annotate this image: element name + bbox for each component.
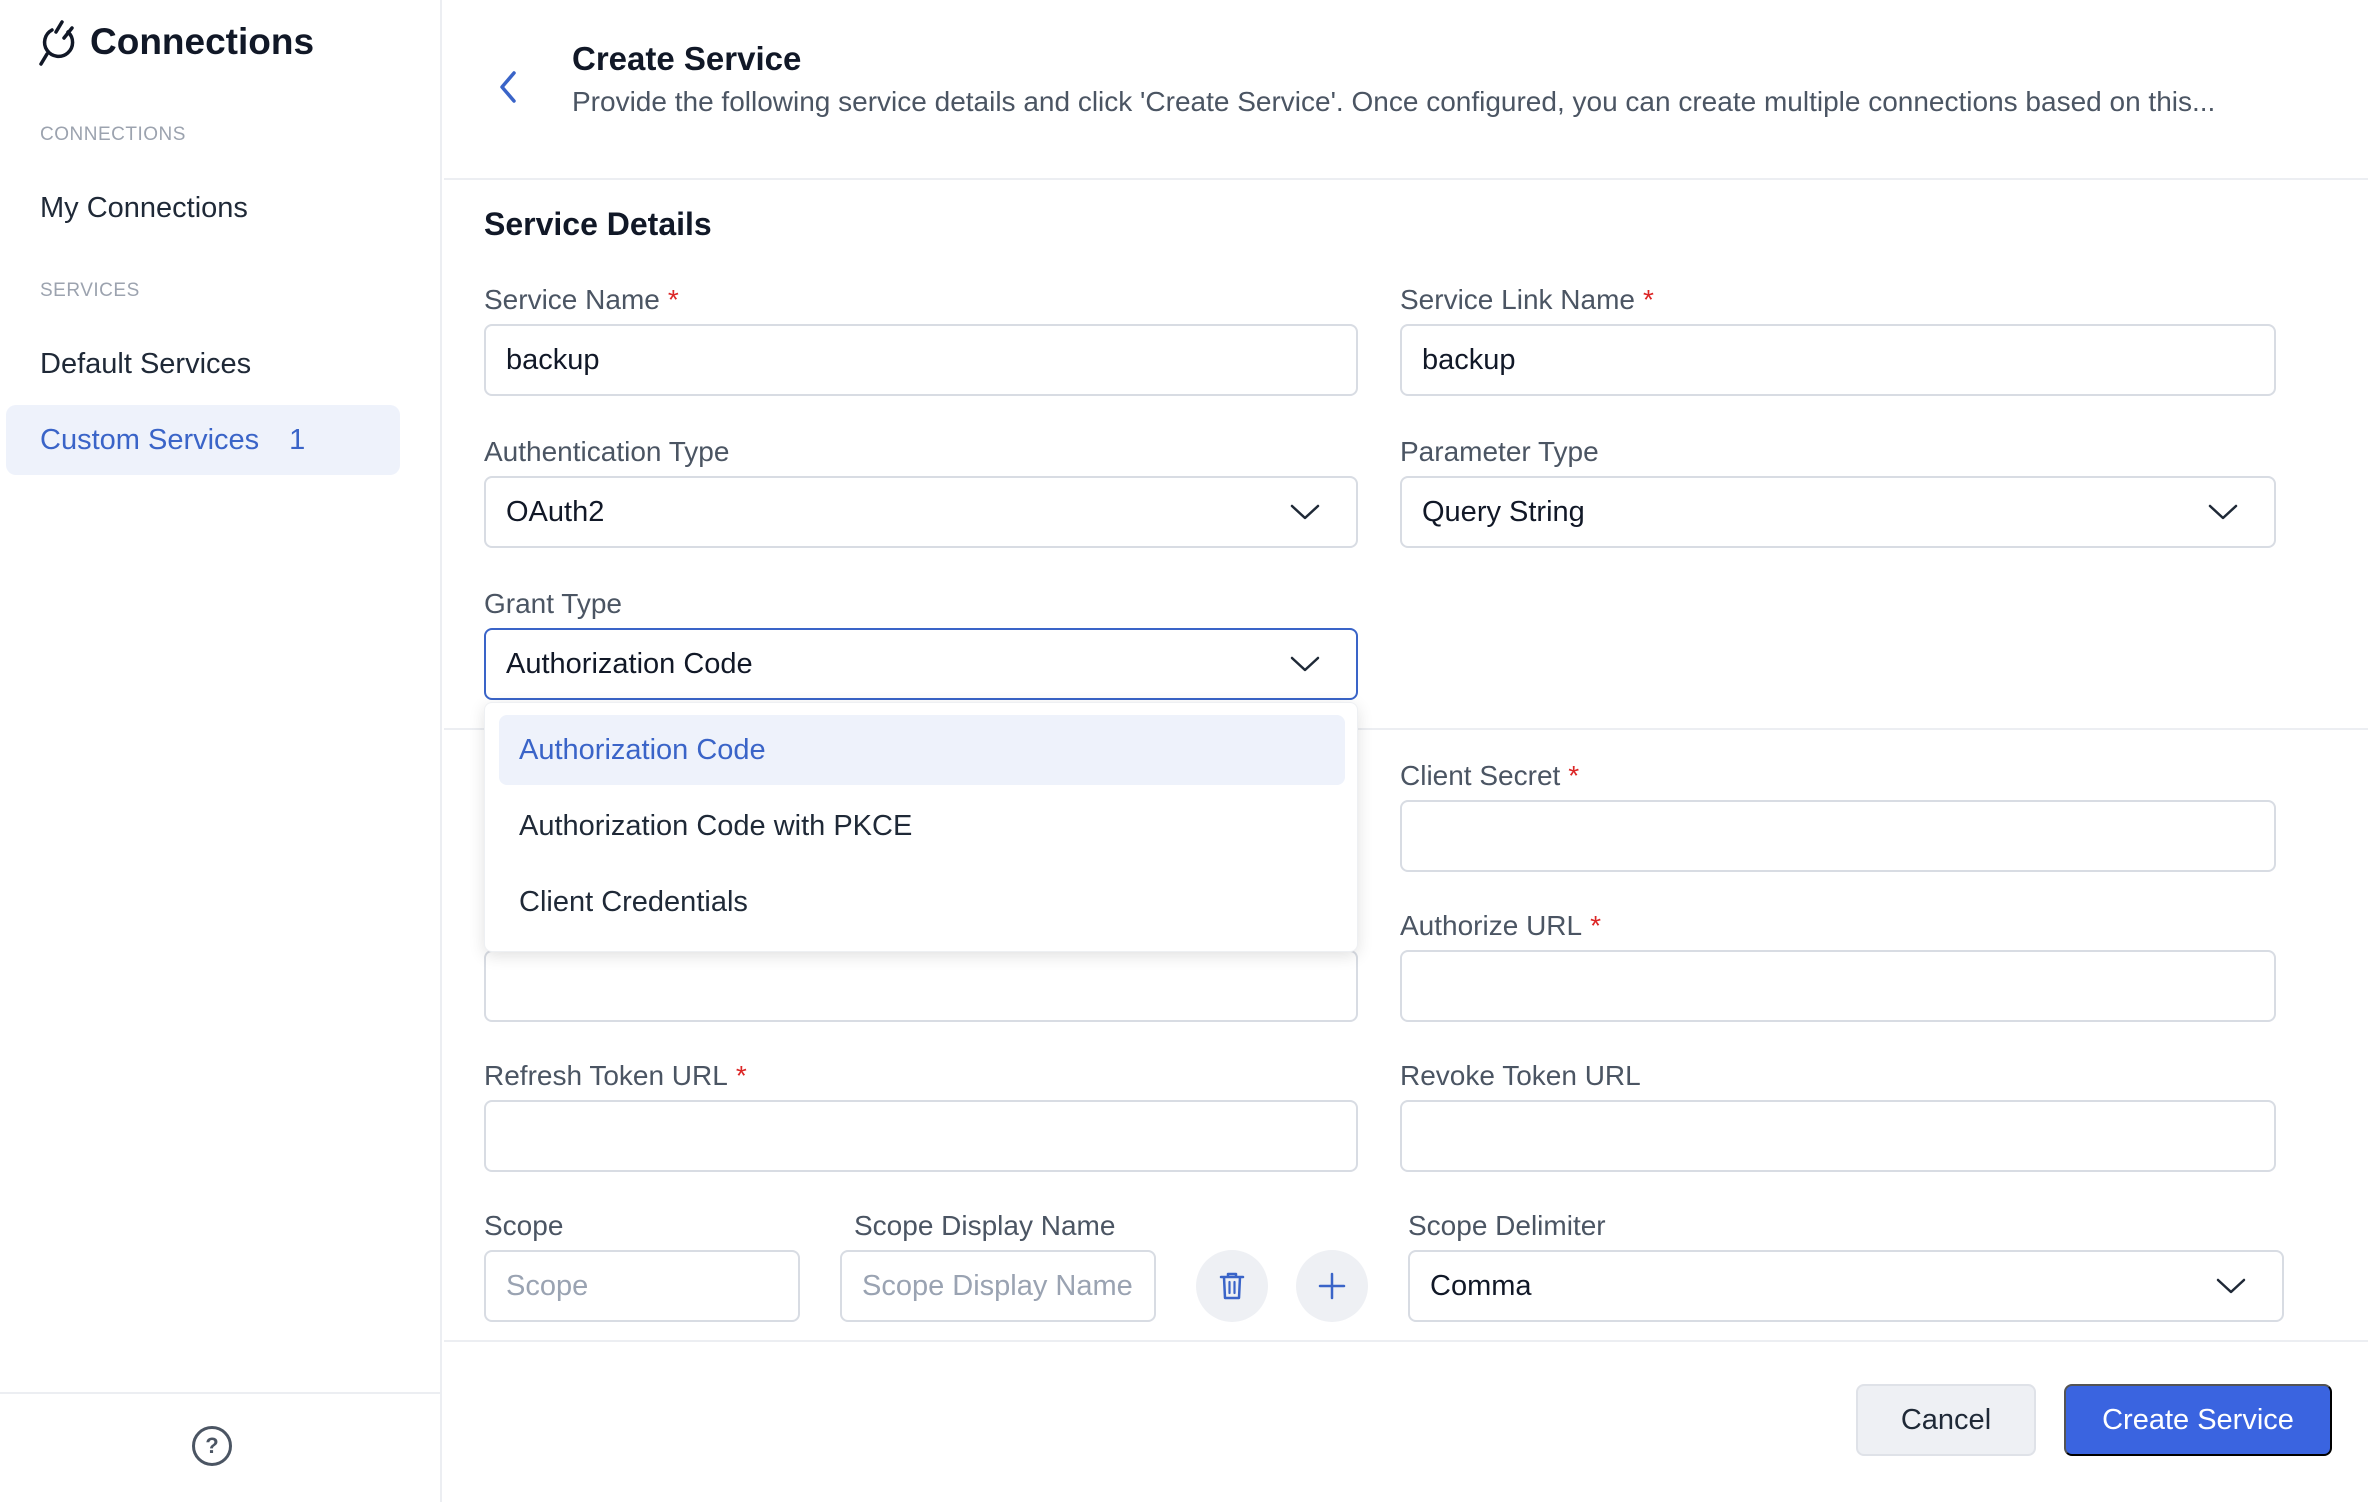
chevron-down-icon	[2216, 1278, 2246, 1294]
scope-input[interactable]: Scope	[484, 1250, 800, 1322]
select-value: Comma	[1430, 1269, 1532, 1302]
revoke-token-url-label: Revoke Token URL	[1400, 1060, 1641, 1091]
select-value: Query String	[1422, 495, 1585, 528]
sidebar: Connections CONNECTIONS My Connections S…	[0, 0, 442, 1502]
page-subtitle: Provide the following service details an…	[572, 86, 2216, 117]
grant-type-select[interactable]: Authorization Code	[484, 628, 1358, 700]
sidebar-item-my-connections[interactable]: My Connections	[6, 173, 400, 243]
scope-display-name-label: Scope Display Name	[854, 1210, 1116, 1241]
app-title: Connections	[90, 21, 315, 62]
cancel-button[interactable]: Cancel	[1856, 1384, 2036, 1456]
main-content: Create Service Provide the following ser…	[444, 0, 2368, 1502]
refresh-token-url-input[interactable]	[484, 1100, 1358, 1172]
label-text: Client Secret	[1400, 760, 1561, 791]
sidebar-footer: ?	[0, 1392, 440, 1502]
service-link-name-label: Service Link Name *	[1400, 284, 1654, 316]
back-button[interactable]	[488, 62, 528, 112]
client-secret-input[interactable]	[1400, 800, 2276, 872]
select-value: OAuth2	[506, 495, 605, 528]
revoke-token-url-input[interactable]	[1400, 1100, 2276, 1172]
required-mark: *	[1590, 910, 1601, 941]
label-text: Authorize URL	[1400, 910, 1583, 941]
brand: Connections	[38, 18, 314, 66]
select-value: Authorization Code	[506, 647, 753, 680]
trash-icon	[1219, 1272, 1245, 1300]
chevron-down-icon	[1290, 656, 1320, 672]
sidebar-item-custom-services[interactable]: Custom Services 1	[6, 405, 400, 475]
service-name-label: Service Name *	[484, 284, 679, 316]
authentication-type-label: Authentication Type	[484, 436, 730, 467]
section-title: Service Details	[484, 206, 712, 242]
required-mark: *	[1642, 284, 1654, 315]
scope-display-name-input[interactable]: Scope Display Name	[840, 1250, 1156, 1322]
label-text: Refresh Token URL	[484, 1060, 728, 1091]
client-secret-label: Client Secret *	[1400, 760, 1579, 792]
chevron-down-icon	[1290, 504, 1320, 520]
dropdown-option-authorization-code-pkce[interactable]: Authorization Code with PKCE	[499, 791, 1345, 861]
dropdown-option-client-credentials[interactable]: Client Credentials	[499, 867, 1345, 937]
chevron-down-icon	[2208, 504, 2238, 520]
service-name-input[interactable]: backup	[484, 324, 1358, 396]
plug-icon	[39, 20, 75, 66]
form-footer: Cancel Create Service	[444, 1340, 2368, 1502]
grant-type-label: Grant Type	[484, 588, 623, 619]
required-mark: *	[735, 1060, 747, 1091]
section-label-services: SERVICES	[40, 280, 140, 301]
required-mark: *	[1568, 760, 1580, 791]
authentication-type-select[interactable]: OAuth2	[484, 476, 1358, 548]
sidebar-item-default-services[interactable]: Default Services	[6, 329, 400, 399]
label-text: Service Name	[484, 284, 660, 315]
chevron-left-icon	[500, 71, 516, 103]
token-url-input[interactable]	[484, 950, 1358, 1022]
service-link-name-input[interactable]: backup	[1400, 324, 2276, 396]
page-header: Create Service Provide the following ser…	[444, 0, 2368, 180]
authorize-url-label: Authorize URL *	[1400, 910, 1601, 942]
delete-scope-button[interactable]	[1196, 1250, 1268, 1322]
page-title: Create Service	[572, 40, 802, 77]
required-mark: *	[667, 284, 679, 315]
sidebar-item-label: Custom Services	[40, 423, 260, 456]
plus-icon	[1318, 1272, 1346, 1300]
section-label-connections: CONNECTIONS	[40, 124, 186, 145]
scope-label: Scope	[484, 1210, 564, 1241]
label-text: Service Link Name	[1400, 284, 1635, 315]
help-icon[interactable]: ?	[192, 1426, 232, 1466]
sidebar-item-label: Default Services	[40, 347, 252, 380]
create-service-button[interactable]: Create Service	[2064, 1384, 2332, 1456]
dropdown-option-authorization-code[interactable]: Authorization Code	[499, 715, 1345, 785]
authorize-url-input[interactable]	[1400, 950, 2276, 1022]
scope-delimiter-select[interactable]: Comma	[1408, 1250, 2284, 1322]
scope-delimiter-label: Scope Delimiter	[1408, 1210, 1606, 1241]
grant-type-dropdown: Authorization Code Authorization Code wi…	[484, 702, 1358, 952]
refresh-token-url-label: Refresh Token URL *	[484, 1060, 747, 1092]
custom-services-count: 1	[289, 423, 306, 456]
parameter-type-select[interactable]: Query String	[1400, 476, 2276, 548]
parameter-type-label: Parameter Type	[1400, 436, 1599, 467]
add-scope-button[interactable]	[1296, 1250, 1368, 1322]
sidebar-item-label: My Connections	[40, 191, 248, 224]
